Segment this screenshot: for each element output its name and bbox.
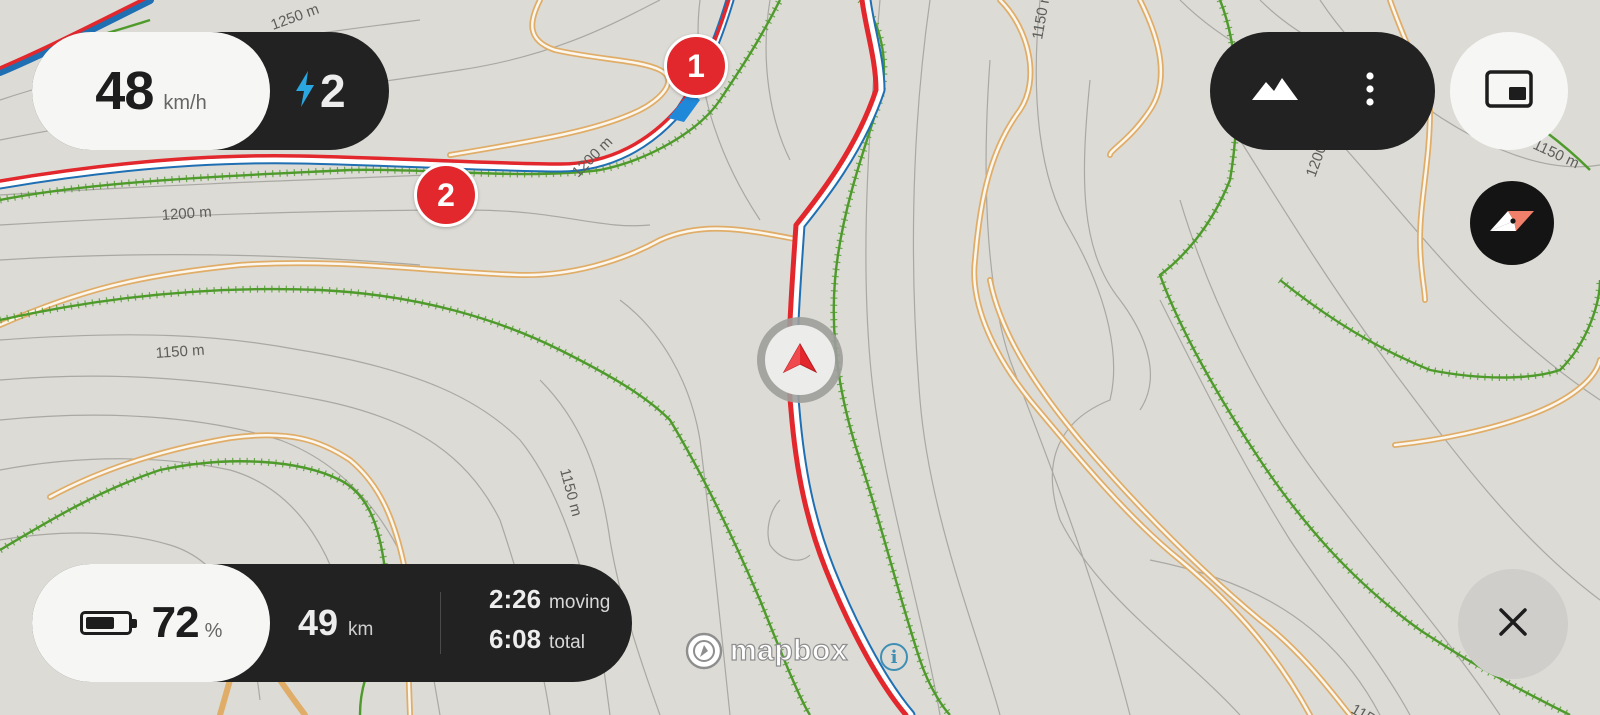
close-button[interactable] — [1458, 569, 1568, 679]
time-display: 2:26 moving 6:08 total — [489, 584, 610, 664]
terrain-button[interactable] — [1235, 51, 1315, 131]
speed-value: 48 — [95, 61, 154, 121]
map-controls — [1210, 32, 1435, 150]
contour-label: 1200 m — [161, 204, 212, 224]
total-time-value: 6:08 — [489, 624, 542, 654]
more-vertical-icon — [1365, 71, 1375, 111]
speed-widget: 48 km/h 2 — [32, 32, 389, 150]
mountain-icon — [1252, 76, 1298, 107]
current-location-marker — [757, 317, 843, 403]
total-time-label: total — [549, 632, 585, 653]
close-icon — [1498, 607, 1528, 642]
mapbox-logo-icon — [685, 632, 723, 670]
moving-time-label: moving — [549, 592, 611, 613]
battery-display: 72 % — [32, 564, 270, 682]
compass-icon — [1488, 209, 1536, 238]
contour-label: 1150 m — [155, 342, 205, 362]
assist-level-display: 2 — [294, 32, 346, 150]
distance-unit: km — [348, 619, 374, 640]
waypoint-marker-2[interactable]: 2 — [414, 163, 478, 227]
assist-level-value: 2 — [320, 65, 346, 117]
waypoint-label: 2 — [437, 176, 455, 213]
waypoint-label: 1 — [687, 47, 705, 84]
divider — [440, 592, 441, 654]
attribution-info-button[interactable]: i — [880, 643, 908, 671]
ride-stats-widget: 72 % 49 km 2:26 moving 6:08 total — [32, 564, 632, 682]
bolt-icon — [294, 70, 316, 112]
picture-in-picture-icon — [1485, 69, 1533, 113]
distance-display: 49 km — [298, 564, 373, 682]
distance-value: 49 — [298, 602, 339, 643]
waypoint-marker-1[interactable]: 1 — [664, 34, 728, 98]
more-options-button[interactable] — [1330, 51, 1410, 131]
compass-button[interactable] — [1470, 181, 1554, 265]
moving-time-value: 2:26 — [489, 584, 542, 614]
battery-value: 72 — [151, 598, 200, 647]
mapbox-logo[interactable]: mapbox — [684, 631, 848, 671]
battery-unit: % — [204, 620, 223, 642]
info-icon: i — [890, 646, 898, 668]
picture-in-picture-button[interactable] — [1450, 32, 1568, 150]
speed-display: 48 km/h — [32, 32, 270, 150]
speed-unit: km/h — [163, 92, 207, 114]
battery-icon — [79, 611, 137, 635]
mapbox-wordmark: mapbox — [729, 633, 849, 667]
